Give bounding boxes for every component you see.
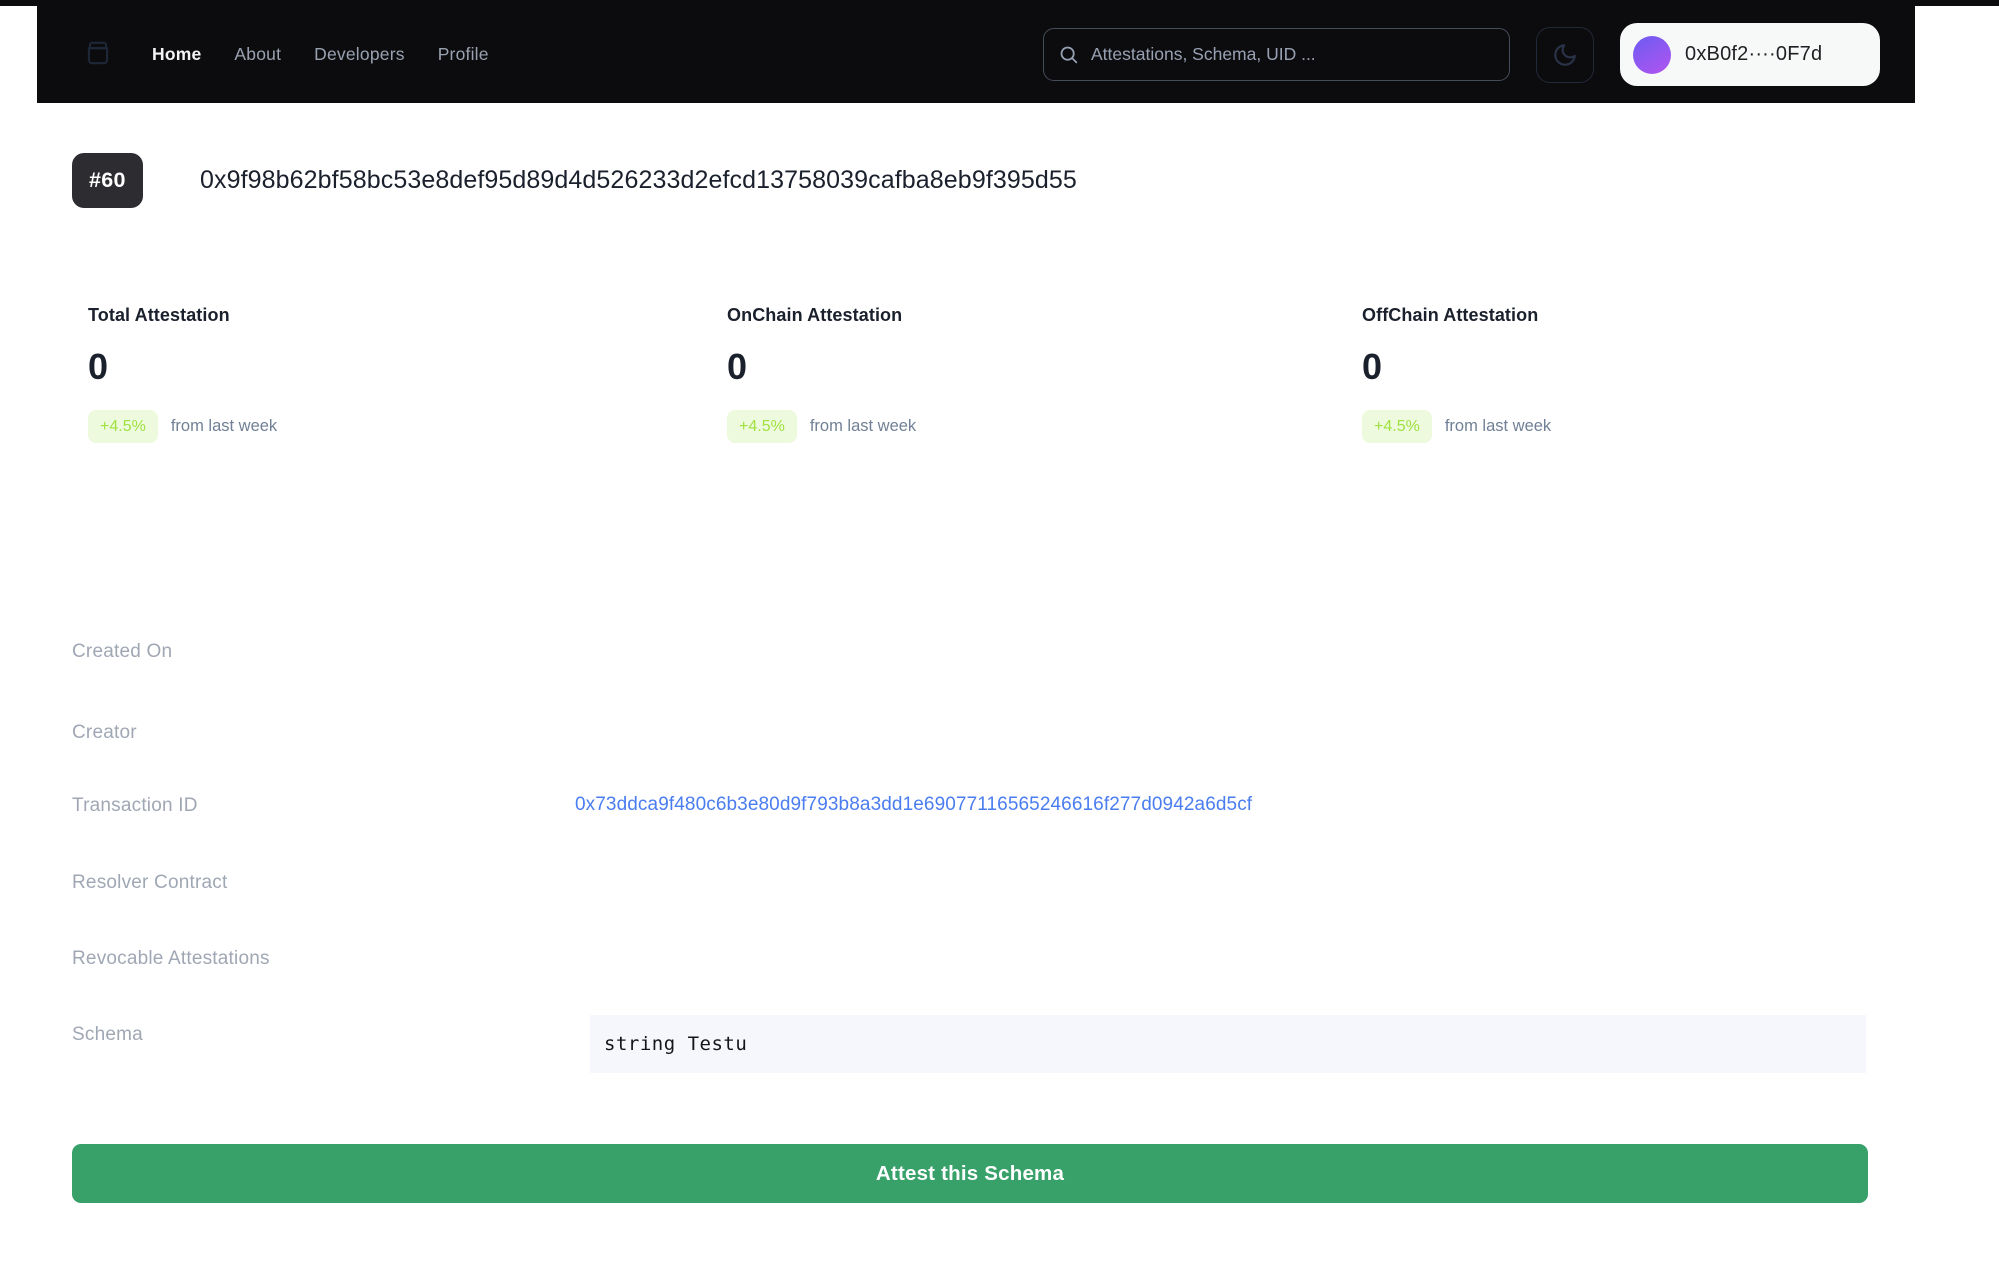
transaction-id-link[interactable]: 0x73ddca9f480c6b3e80d9f793b8a3dd1e690771… xyxy=(575,794,1252,816)
stat-value: 0 xyxy=(727,349,1362,385)
page: Home About Developers Profile 0x xyxy=(0,0,1999,1267)
label-created-on: Created On xyxy=(72,641,172,663)
schema-code-block: string Testu xyxy=(590,1015,1866,1073)
theme-toggle-button[interactable] xyxy=(1536,27,1594,83)
stat-title: Total Attestation xyxy=(88,305,727,326)
nav-item-profile[interactable]: Profile xyxy=(438,44,489,65)
nav-item-developers[interactable]: Developers xyxy=(314,44,405,65)
attest-schema-button[interactable]: Attest this Schema xyxy=(72,1144,1868,1203)
wallet-avatar xyxy=(1633,36,1671,74)
label-transaction-id: Transaction ID xyxy=(72,795,198,817)
search-icon xyxy=(1058,44,1079,65)
package-icon xyxy=(83,38,113,73)
wallet-address: 0xB0f2····0F7d xyxy=(1685,43,1822,66)
schema-uid: 0x9f98b62bf58bc53e8def95d89d4d526233d2ef… xyxy=(200,153,1077,208)
delta-badge: +4.5% xyxy=(727,410,797,443)
main-nav: Home About Developers Profile xyxy=(152,6,489,103)
label-schema: Schema xyxy=(72,1024,143,1046)
nav-item-about[interactable]: About xyxy=(234,44,281,65)
label-creator: Creator xyxy=(72,722,137,744)
schema-number-badge: #60 xyxy=(72,153,143,208)
stat-onchain-attestation: OnChain Attestation 0 +4.5% from last we… xyxy=(727,305,1362,443)
stat-offchain-attestation: OffChain Attestation 0 +4.5% from last w… xyxy=(1362,305,1888,443)
delta-note: from last week xyxy=(810,417,916,436)
schema-definition: string Testu xyxy=(604,1033,747,1055)
delta-note: from last week xyxy=(171,417,277,436)
search-box[interactable] xyxy=(1043,28,1510,81)
stat-title: OffChain Attestation xyxy=(1362,305,1888,326)
wallet-button[interactable]: 0xB0f2····0F7d xyxy=(1620,23,1880,86)
label-resolver-contract: Resolver Contract xyxy=(72,872,227,894)
navbar: Home About Developers Profile 0x xyxy=(37,6,1915,103)
delta-badge: +4.5% xyxy=(88,410,158,443)
moon-icon xyxy=(1552,42,1578,68)
delta-note: from last week xyxy=(1445,417,1551,436)
label-revocable-attestations: Revocable Attestations xyxy=(72,948,270,970)
stats-row: Total Attestation 0 +4.5% from last week… xyxy=(88,305,1888,443)
stat-value: 0 xyxy=(88,349,727,385)
stat-title: OnChain Attestation xyxy=(727,305,1362,326)
delta-badge: +4.5% xyxy=(1362,410,1432,443)
nav-item-home[interactable]: Home xyxy=(152,44,201,65)
search-input[interactable] xyxy=(1091,44,1495,65)
stat-value: 0 xyxy=(1362,349,1888,385)
brand-logo[interactable] xyxy=(82,39,114,71)
stat-total-attestation: Total Attestation 0 +4.5% from last week xyxy=(88,305,727,443)
